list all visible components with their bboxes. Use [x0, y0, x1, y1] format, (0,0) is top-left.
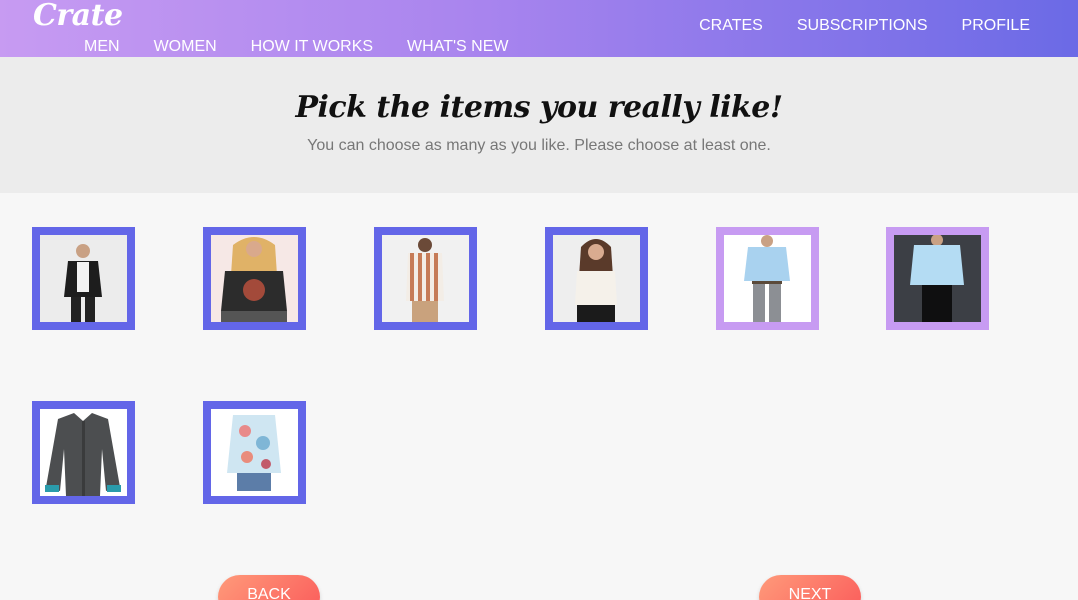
man-striped-shirt-photo: [382, 235, 469, 322]
hero-section: Pick the items you really like! You can …: [0, 57, 1078, 193]
item-tile-1[interactable]: [32, 227, 135, 330]
man-blue-shirt-photo: [724, 235, 811, 322]
nav-how-it-works[interactable]: HOW IT WORKS: [251, 38, 373, 56]
nav-women[interactable]: WOMEN: [154, 38, 217, 56]
woman-white-top-photo: [553, 235, 640, 322]
nav-men[interactable]: MEN: [84, 38, 120, 56]
woman-graphic-tee-photo: [211, 235, 298, 322]
crate-logo[interactable]: Crate: [33, 0, 123, 33]
nav-subscriptions[interactable]: SUBSCRIPTIONS: [797, 17, 928, 35]
woman-floral-shirt-photo: [211, 409, 298, 496]
page-title: Pick the items you really like!: [295, 90, 783, 125]
account-nav: CRATES SUBSCRIPTIONS PROFILE: [699, 17, 1030, 35]
primary-nav: MEN WOMEN HOW IT WORKS WHAT'S NEW: [84, 38, 508, 56]
page-subtitle: You can choose as many as you like. Plea…: [307, 137, 771, 154]
man-black-jacket-photo: [40, 235, 127, 322]
nav-profile[interactable]: PROFILE: [962, 17, 1030, 35]
gray-dress-shirt-photo: [40, 409, 127, 496]
back-button[interactable]: BACK: [218, 575, 320, 600]
woman-blue-shirt-photo: [894, 235, 981, 322]
item-tile-7[interactable]: [32, 401, 135, 504]
nav-crates[interactable]: CRATES: [699, 17, 763, 35]
item-tile-6[interactable]: [886, 227, 989, 330]
nav-whats-new[interactable]: WHAT'S NEW: [407, 38, 508, 56]
top-navbar: Crate MEN WOMEN HOW IT WORKS WHAT'S NEW …: [0, 0, 1078, 57]
item-tile-3[interactable]: [374, 227, 477, 330]
item-tile-4[interactable]: [545, 227, 648, 330]
next-button[interactable]: NEXT: [759, 575, 861, 600]
item-tile-2[interactable]: [203, 227, 306, 330]
item-tile-8[interactable]: [203, 401, 306, 504]
item-tile-5[interactable]: [716, 227, 819, 330]
